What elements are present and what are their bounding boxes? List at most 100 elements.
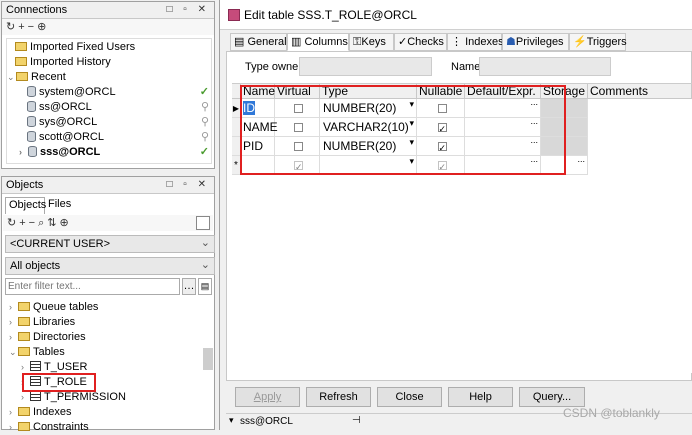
tree-item-tables[interactable]: ⌄ Tables [9,345,65,360]
tree-item-conn-sss[interactable]: › sss@ORCL ✓ [19,145,211,160]
folder-icon [15,57,27,66]
collapse-icon[interactable]: ⌄ [9,345,18,360]
connections-panel: Connections □ ▫ ✕ ↻+−⊕ Imported Fixed Us… [1,1,215,169]
tree-item-conn-sys[interactable]: sys@ORCL ⚲ [27,115,211,130]
folder-icon [16,72,28,81]
scrollbar-thumb[interactable] [203,348,213,370]
folder-add-icon[interactable]: ⊕ [59,217,71,229]
expand-icon[interactable]: › [21,390,30,405]
index-icon: ⋮ [451,36,462,48]
objects-title: Objects [6,179,44,191]
chevron-down-icon: ⌄ [200,237,210,249]
apply-button[interactable]: Apply [235,387,300,407]
table-icon [30,391,41,401]
name-field[interactable] [479,57,611,76]
objects-title-bar: Objects □ ▫ ✕ [2,177,214,194]
scope-combo[interactable]: All objects ⌄ [5,257,215,275]
help-button[interactable]: Help [448,387,513,407]
tab-privileges[interactable]: ☗Privileges [502,33,569,51]
user-combo[interactable]: <CURRENT USER> ⌄ [5,235,215,253]
key-icon: ⚲ [200,131,209,143]
tab-files[interactable]: Files [48,197,71,214]
collapse-icon[interactable]: ⌄ [7,70,16,85]
highlight-columns [240,85,566,175]
tab-keys[interactable]: ⚿Keys [349,33,394,51]
tab-checks[interactable]: ✓Checks [394,33,447,51]
connection-dropdown-icon[interactable]: ▾ [229,415,234,426]
refresh-icon[interactable]: ↻ [7,217,19,229]
refresh-button[interactable]: Refresh [306,387,371,407]
key-icon: ⚲ [200,116,209,128]
filter-doc-icon[interactable]: ▤ [198,278,212,295]
objects-tree: › Queue tables › Libraries › Directories ⌄ T… [5,298,213,433]
tree-item-constraints[interactable]: › Constraints [9,420,89,435]
type-owner-label: Type owner [245,61,302,73]
folder-icon [18,317,30,326]
columns-icon: ▥ [291,36,302,48]
ellipsis-button[interactable]: ... [577,150,585,169]
tree-item-conn-scott[interactable]: scott@ORCL ⚲ [27,130,211,145]
tree-item-imported-history[interactable]: Imported History [15,55,111,70]
folder-icon [18,347,30,356]
folder-add-icon[interactable]: ⊕ [37,21,49,33]
toggle-box[interactable] [196,216,210,230]
database-icon [27,86,36,97]
tab-indexes[interactable]: ⋮ Indexes [447,33,504,51]
filter-input[interactable] [5,278,180,295]
add-icon[interactable]: + [18,21,27,33]
find-icon[interactable]: ⌕ [38,217,47,229]
tab-objects[interactable]: Objects [5,197,46,214]
remove-icon[interactable]: − [29,217,38,229]
filter-more-button[interactable]: … [182,278,196,295]
type-owner-field[interactable] [299,57,432,76]
key-icon: ⚲ [200,101,209,113]
connected-check-icon: ✓ [199,86,209,98]
tree-item-libraries[interactable]: › Libraries [9,315,75,330]
folder-icon [18,407,30,416]
sort-icon[interactable]: ⇅ [47,217,59,229]
table-icon [30,361,41,371]
tree-item-recent[interactable]: ⌄ Recent [7,70,66,85]
expand-icon[interactable]: › [19,145,28,160]
refresh-icon[interactable]: ↻ [6,21,18,33]
trigger-icon: ⚡ [573,36,587,48]
tree-item-imported-fixed[interactable]: Imported Fixed Users [15,40,135,55]
add-icon[interactable]: + [19,217,28,229]
tab-columns[interactable]: ▥ Columns [287,33,349,51]
expand-icon[interactable]: › [9,405,18,420]
expand-icon[interactable]: › [9,420,18,435]
connected-check-icon: ✓ [199,146,209,158]
tab-general[interactable]: ▤ General [230,33,287,51]
table-edit-icon [228,9,240,21]
expand-icon[interactable]: › [9,300,18,315]
users-icon: ☗ [506,36,516,48]
highlight-t-role [22,373,96,392]
query-button[interactable]: Query... [519,387,585,407]
folder-icon [18,302,30,311]
col-header-comments[interactable]: Comments [588,84,692,99]
expand-icon[interactable]: › [9,315,18,330]
database-icon [27,101,36,112]
editor-title-bar: Edit table SSS.T_ROLE@ORCL [220,0,692,30]
database-icon [28,146,37,157]
folder-icon [18,332,30,341]
chevron-down-icon: ⌄ [200,259,210,271]
pin-icon[interactable]: ⊣ [352,415,361,426]
tree-item-conn-ss[interactable]: ss@ORCL ⚲ [27,100,211,115]
tree-item-indexes[interactable]: › Indexes [9,405,72,420]
expand-icon[interactable]: › [9,330,18,345]
tab-triggers[interactable]: ⚡Triggers [569,33,627,51]
close-button[interactable]: Close [377,387,442,407]
objects-toolbar: ↻+−⌕⇅⊕ [3,215,213,231]
connections-tree: Imported Fixed Users Imported History ⌄ R… [6,38,212,164]
tree-item-conn-system[interactable]: system@ORCL ✓ [27,85,211,100]
remove-icon[interactable]: − [28,21,37,33]
status-connection[interactable]: sss@ORCL [240,416,293,427]
tree-item-queue-tables[interactable]: › Queue tables [9,300,98,315]
tree-item-directories[interactable]: › Directories [9,330,86,345]
tree-item-t-permission[interactable]: › T_PERMISSION [21,390,126,405]
panel-window-buttons[interactable]: □ ▫ ✕ [166,179,210,190]
name-label: Name [451,61,481,73]
checks-icon: ✓ [398,36,408,48]
panel-window-buttons[interactable]: □ ▫ ✕ [166,4,210,15]
